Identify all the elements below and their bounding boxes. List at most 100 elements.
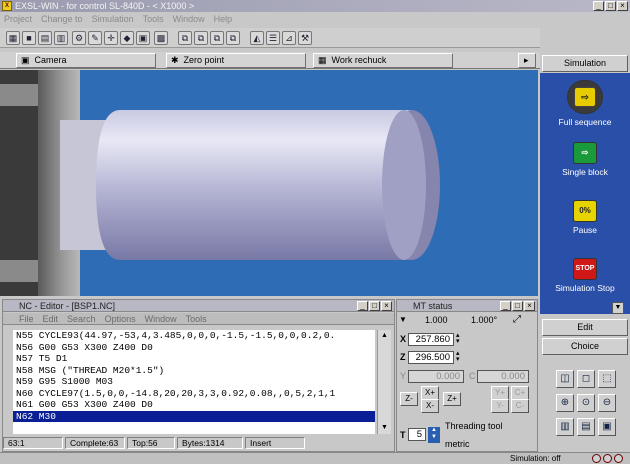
print-icon[interactable]: ▥ xyxy=(54,31,68,45)
z-spinner-icon[interactable]: ▴ ▾ xyxy=(456,350,460,363)
tab-work-rechuck-label: Work rechuck xyxy=(331,55,387,65)
z-plus-button[interactable]: Z+ xyxy=(443,392,461,406)
menu-bar: Project Change to Simulation Tools Windo… xyxy=(0,12,630,26)
menu-help[interactable]: Help xyxy=(214,12,233,26)
nc-menu-file[interactable]: File xyxy=(19,313,34,324)
measure-icon[interactable]: ◭ xyxy=(250,31,264,45)
nc-menu-edit[interactable]: Edit xyxy=(43,313,59,324)
menu-window[interactable]: Window xyxy=(173,12,205,26)
document-icon[interactable]: ☰ xyxy=(266,31,280,45)
tab-work-rechuck[interactable]: ▦ Work rechuck xyxy=(313,53,453,68)
scroll-down-icon[interactable]: ▼ xyxy=(378,422,391,434)
view-4-icon[interactable]: ⧉ xyxy=(226,31,240,45)
simulation-header[interactable]: Simulation xyxy=(542,55,628,72)
simulation-stop-button[interactable]: STOP Simulation Stop xyxy=(540,258,630,293)
view-1-icon[interactable]: ⧉ xyxy=(178,31,192,45)
draw-icon[interactable]: ⤢ xyxy=(513,314,521,325)
open-icon[interactable]: ▤ xyxy=(38,31,52,45)
nc-line[interactable]: N55 CYCLE93(44.97,-53,4,3.485,0,0,0,-1.5… xyxy=(13,330,375,342)
view-2-icon[interactable]: ⧉ xyxy=(194,31,208,45)
view-front-icon[interactable]: ◫ xyxy=(556,370,574,388)
stop-icon: STOP xyxy=(573,258,597,280)
project-icon[interactable]: ▦ xyxy=(6,31,20,45)
c-plus-button[interactable]: C+ xyxy=(511,386,529,400)
simulation-panel-scroll-icon[interactable]: ▼ xyxy=(612,302,624,314)
zoom-in-icon[interactable]: ⊕ xyxy=(556,394,574,412)
nc-line[interactable]: N61 G00 G53 X300 Z400 D0 xyxy=(13,399,375,411)
tab-zero-point[interactable]: ✱ Zero point xyxy=(166,53,306,68)
pause-button[interactable]: 0% Pause xyxy=(540,200,630,235)
layout-view-icon[interactable]: ▤ xyxy=(577,418,595,436)
simulation-viewport[interactable] xyxy=(0,70,538,296)
single-block-button[interactable]: ⇨ Single block xyxy=(540,142,630,177)
chart-icon[interactable]: ⊿ xyxy=(282,31,296,45)
nc-line[interactable]: N57 T5 D1 xyxy=(13,353,375,365)
menu-simulation[interactable]: Simulation xyxy=(92,12,134,26)
save-icon[interactable]: ■ xyxy=(22,31,36,45)
tab-camera[interactable]: ▣ Camera xyxy=(16,53,156,68)
nc-minimize-button[interactable]: _ xyxy=(357,301,368,311)
nc-close-button[interactable]: × xyxy=(381,301,392,311)
mt-close-button[interactable]: × xyxy=(524,301,535,311)
x-axis-label: X xyxy=(400,334,407,344)
single-block-label: Single block xyxy=(562,167,608,177)
nc-menu-tools[interactable]: Tools xyxy=(186,313,207,324)
y-axis-label: Y xyxy=(400,371,407,381)
fullscreen-view-icon[interactable]: ▣ xyxy=(598,418,616,436)
nc-status-top: Top:56 xyxy=(127,437,175,449)
section-view-icon[interactable]: ▥ xyxy=(556,418,574,436)
x-spinner-icon[interactable]: ▴ ▾ xyxy=(456,332,460,345)
pause-icon: 0% xyxy=(573,200,597,222)
wrench-icon[interactable]: ⚒ xyxy=(298,31,312,45)
menu-project[interactable]: Project xyxy=(4,12,32,26)
nc-line[interactable]: N60 CYCLE97(1.5,0,0,-14.8,20,20,3,3,0.92… xyxy=(13,388,375,400)
z-minus-button[interactable]: Z- xyxy=(400,392,418,406)
choice-header[interactable]: Choice xyxy=(542,338,628,355)
material-icon[interactable]: ◆ xyxy=(120,31,134,45)
toolbar: ▦ ■ ▤ ▥ ⚙ ✎ ✛ ◆ ▣ ▩ ⧉ ⧉ ⧉ ⧉ ◭ ☰ ⊿ ⚒ xyxy=(0,28,540,48)
view-3-icon[interactable]: ⧉ xyxy=(210,31,224,45)
tool-icon[interactable]: ✎ xyxy=(88,31,102,45)
full-sequence-button[interactable]: ⇨ Full sequence xyxy=(540,80,630,127)
nc-line[interactable]: N56 G00 G53 X300 Z400 D0 xyxy=(13,342,375,354)
y-minus-button[interactable]: Y- xyxy=(491,399,509,413)
z-axis-value: 296.500 xyxy=(408,351,454,364)
axis-icon[interactable]: ✛ xyxy=(104,31,118,45)
close-button[interactable]: × xyxy=(617,1,628,11)
chuck-icon[interactable]: ▣ xyxy=(136,31,150,45)
nc-code-area[interactable]: N55 CYCLE93(44.97,-53,4,3.485,0,0,0,-1.5… xyxy=(13,330,375,434)
zoom-fit-icon[interactable]: ⊙ xyxy=(577,394,595,412)
minimize-button[interactable]: _ xyxy=(593,1,604,11)
tool-spinner-icon[interactable]: ▲ ▼ xyxy=(428,427,440,443)
y-plus-button[interactable]: Y+ xyxy=(491,386,509,400)
x-minus-button[interactable]: X- xyxy=(421,399,439,413)
scroll-up-icon[interactable]: ▲ xyxy=(378,330,391,342)
nc-maximize-button[interactable]: □ xyxy=(369,301,380,311)
x-axis-value: 257.860 xyxy=(408,333,454,346)
nc-line[interactable]: N59 G95 S1000 M03 xyxy=(13,376,375,388)
nc-line[interactable]: N58 MSG ("THREAD M20*1.5") xyxy=(13,365,375,377)
view-3d-icon[interactable]: ⬚ xyxy=(598,370,616,388)
settings-icon[interactable]: ⚙ xyxy=(72,31,86,45)
zoom-out-icon[interactable]: ⊖ xyxy=(598,394,616,412)
nc-status-bytes: Bytes:1314 xyxy=(177,437,243,449)
c-minus-button[interactable]: C- xyxy=(511,399,529,413)
grid-icon[interactable]: ▩ xyxy=(154,31,168,45)
mt-maximize-button[interactable]: □ xyxy=(512,301,523,311)
full-sequence-label: Full sequence xyxy=(558,117,612,127)
rechuck-icon: ▦ xyxy=(318,55,327,65)
nc-vertical-scrollbar[interactable]: ▲ ▼ xyxy=(377,330,391,434)
nc-menu-window[interactable]: Window xyxy=(145,313,177,324)
edit-header[interactable]: Edit xyxy=(542,319,628,336)
nc-line-selected[interactable]: N62 M30 xyxy=(13,410,375,422)
mt-dropdown-icon[interactable]: ▼ xyxy=(399,315,407,324)
maximize-button[interactable]: □ xyxy=(605,1,616,11)
tab-scroll-right-button[interactable]: ▸ xyxy=(518,53,536,68)
x-plus-button[interactable]: X+ xyxy=(421,386,439,400)
nc-menu-search[interactable]: Search xyxy=(67,313,96,324)
view-side-icon[interactable]: ◻ xyxy=(577,370,595,388)
menu-change-to[interactable]: Change to xyxy=(41,12,83,26)
menu-tools[interactable]: Tools xyxy=(143,12,164,26)
nc-menu-options[interactable]: Options xyxy=(105,313,136,324)
mt-minimize-button[interactable]: _ xyxy=(500,301,511,311)
